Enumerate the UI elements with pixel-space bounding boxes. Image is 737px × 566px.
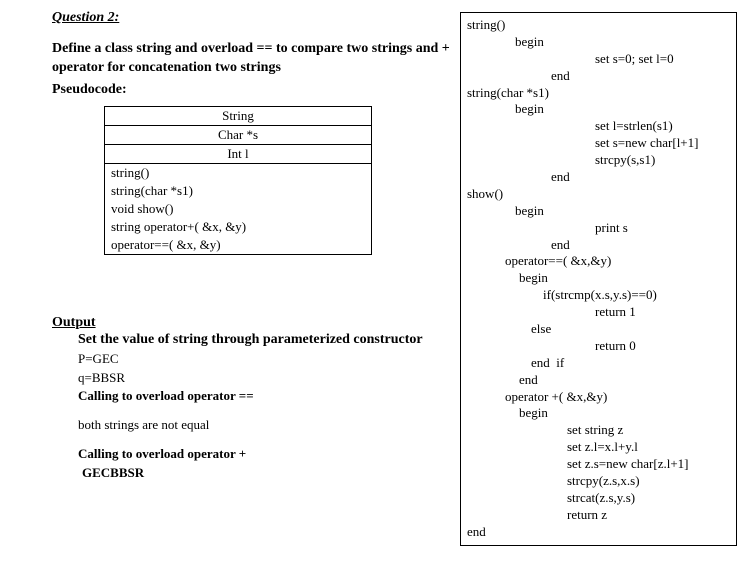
pseudocode-label: Pseudocode: <box>52 82 452 98</box>
code-line: else <box>467 321 730 338</box>
code-line: operator +( &x,&y) <box>467 389 730 406</box>
code-line: set z.l=x.l+y.l <box>467 439 730 456</box>
output-result: GECBBSR <box>82 464 452 483</box>
code-line: set s=new char[l+1] <box>467 135 730 152</box>
code-line: end <box>467 169 730 186</box>
code-line: strcpy(s,s1) <box>467 152 730 169</box>
output-call-plus: Calling to overload operator + <box>78 445 452 464</box>
code-line: string(char *s1) <box>467 85 730 102</box>
code-line: string() <box>467 17 730 34</box>
code-line: show() <box>467 186 730 203</box>
code-line: return z <box>467 507 730 524</box>
output-call-eq: Calling to overload operator == <box>78 387 452 406</box>
code-line: begin <box>467 270 730 287</box>
output-set-value: Set the value of string through paramete… <box>78 331 452 350</box>
class-table: String Char *s Int l string() string(cha… <box>104 106 372 255</box>
code-line: print s <box>467 220 730 237</box>
code-panel: string() begin set s=0; set l=0 end stri… <box>460 12 737 546</box>
question-title: Question 2: <box>52 10 452 26</box>
output-q-assign: q=BBSR <box>78 369 452 388</box>
code-line: begin <box>467 203 730 220</box>
class-method: string() <box>105 163 372 182</box>
code-line: end <box>467 524 730 541</box>
code-line: return 1 <box>467 304 730 321</box>
class-method: string(char *s1) <box>105 182 372 200</box>
class-method: void show() <box>105 200 372 218</box>
code-line: set s=0; set l=0 <box>467 51 730 68</box>
code-line: if(strcmp(x.s,y.s)==0) <box>467 287 730 304</box>
code-line: end if <box>467 355 730 372</box>
code-line: begin <box>467 405 730 422</box>
code-line: strcat(z.s,y.s) <box>467 490 730 507</box>
code-line: set string z <box>467 422 730 439</box>
code-line: return 0 <box>467 338 730 355</box>
output-heading: Output <box>52 315 452 331</box>
class-method: string operator+( &x, &y) <box>105 218 372 236</box>
code-line: strcpy(z.s,x.s) <box>467 473 730 490</box>
code-line: end <box>467 237 730 254</box>
code-line: set l=strlen(s1) <box>467 118 730 135</box>
class-member-1: Char *s <box>105 125 372 144</box>
output-p-assign: P=GEC <box>78 350 452 369</box>
class-member-2: Int l <box>105 144 372 163</box>
class-name: String <box>105 106 372 125</box>
code-line: operator==( &x,&y) <box>467 253 730 270</box>
class-method: operator==( &x, &y) <box>105 236 372 255</box>
code-line: end <box>467 68 730 85</box>
code-line: begin <box>467 101 730 118</box>
code-line: end <box>467 372 730 389</box>
left-column: Question 2: Define a class string and ov… <box>0 10 460 546</box>
output-not-equal: both strings are not equal <box>78 416 452 435</box>
question-prompt: Define a class string and overload == to… <box>52 40 452 78</box>
code-line: begin <box>467 34 730 51</box>
code-line: set z.s=new char[z.l+1] <box>467 456 730 473</box>
